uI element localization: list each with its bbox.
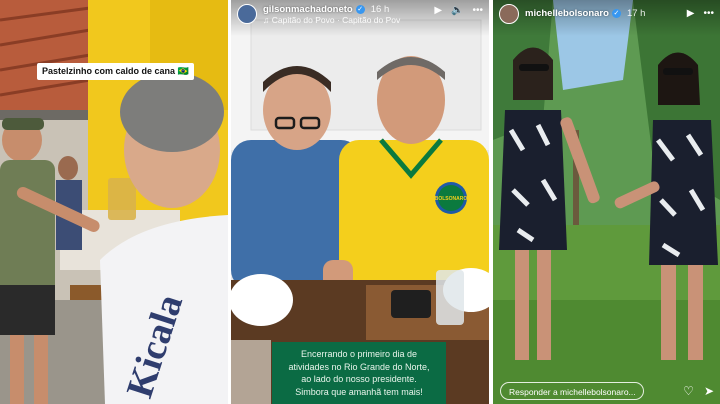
caption-line: atividades no Rio Grande do Norte, — [288, 361, 430, 372]
more-options-icon[interactable]: ••• — [472, 5, 483, 17]
story-panel-1[interactable]: Kicala Pastelzinho com caldo de cana 🇧🇷 — [0, 0, 228, 404]
verified-icon: ✓ — [611, 9, 621, 18]
bar-scene-image: Kicala — [0, 0, 228, 404]
send-icon[interactable]: ➤ — [704, 384, 714, 398]
sound-icon[interactable]: 🔈 — [451, 5, 463, 17]
heart-icon[interactable]: ♡ — [683, 384, 694, 398]
user-avatar[interactable] — [499, 4, 519, 24]
story-time: 17 h — [626, 8, 646, 19]
caption-sticker: Pastelzinho com caldo de cana 🇧🇷 — [37, 63, 194, 80]
story-username[interactable]: gilsonmachadoneto — [263, 4, 353, 15]
caption-line: Encerrando o primeiro dia de — [300, 349, 418, 359]
story-panel-3[interactable]: michellebolsonaro ✓ 17 h ▶ ••• Responder… — [493, 0, 720, 404]
caption-line: Simbora que amanhã tem mais! — [295, 386, 423, 397]
reply-input[interactable]: Responder a michellebolsonaro... — [500, 382, 644, 400]
caption-line: ao lado do nosso presidente. — [301, 374, 417, 384]
user-avatar[interactable] — [237, 4, 257, 24]
more-options-icon[interactable]: ••• — [703, 8, 714, 20]
badge-text: BOLSONARO — [435, 196, 468, 202]
story-caption-box: Encerrando o primeiro dia de atividades … — [272, 342, 446, 404]
story-header: gilsonmachadoneto ✓ 16 h ♫ Capitão do Po… — [231, 0, 489, 36]
story-header: michellebolsonaro ✓ 17 h ▶ ••• — [493, 0, 720, 36]
music-label[interactable]: ♫ Capitão do Povo · Capitão do Pov — [263, 15, 430, 26]
play-icon[interactable]: ▶ — [434, 5, 442, 17]
play-icon[interactable]: ▶ — [687, 8, 695, 20]
verified-icon: ✓ — [355, 5, 365, 14]
garden-scene-image — [493, 0, 720, 404]
story-username[interactable]: michellebolsonaro — [525, 8, 609, 19]
story-time: 16 h — [370, 4, 390, 15]
